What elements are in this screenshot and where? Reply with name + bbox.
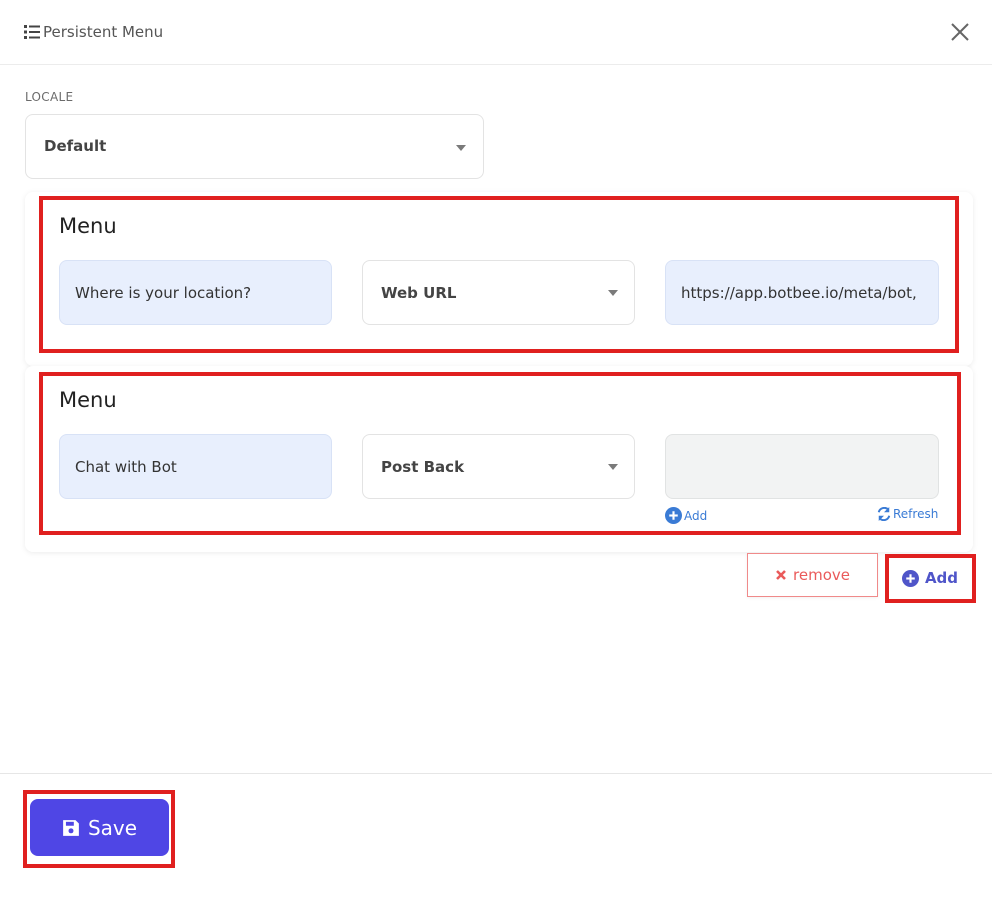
caret-down-icon [608,464,618,470]
add-payload-link[interactable]: Add [665,507,707,524]
add-payload-label: Add [684,508,708,523]
modal-title: Persistent Menu [43,23,164,41]
menu-text-input[interactable]: Chat with Bot [59,434,332,499]
add-menu-button[interactable]: Add [889,558,971,598]
floppy-disk-icon [63,819,79,836]
refresh-label: Refresh [893,507,939,521]
remove-button-label: remove [793,566,850,584]
caret-down-icon [608,290,618,296]
plus-circle-icon [901,569,919,587]
menu-type-select[interactable]: Post Back [362,434,635,499]
x-icon [776,570,786,580]
menu-text-input[interactable]: Where is your location? [59,260,332,325]
menu-url-input[interactable]: https://app.botbee.io/meta/bot, [665,260,939,325]
refresh-link[interactable]: Refresh [877,507,938,521]
locale-select[interactable]: Default [25,114,484,179]
postback-payload-select[interactable] [665,434,939,499]
locale-select-value: Default [44,137,107,155]
menu-url-value: https://app.botbee.io/meta/bot, [681,284,917,302]
remove-button[interactable]: remove [747,553,878,597]
menu-title: Menu [59,388,117,412]
save-button[interactable]: Save [30,799,169,856]
caret-down-icon [456,145,466,151]
list-icon [24,25,40,39]
menu-text-value: Chat with Bot [75,458,177,476]
menu-title: Menu [59,214,117,238]
save-button-label: Save [87,815,138,840]
locale-label: LOCALE [25,90,74,104]
menu-text-value: Where is your location? [75,284,252,302]
modal-header: Persistent Menu [0,0,992,65]
menu-type-value: Web URL [381,284,457,302]
add-menu-label: Add [924,569,959,587]
menu-type-select[interactable]: Web URL [362,260,635,325]
footer-divider [0,773,992,774]
refresh-icon [877,507,891,521]
close-icon[interactable] [948,20,972,44]
plus-circle-icon [665,507,682,524]
menu-type-value: Post Back [381,458,465,476]
